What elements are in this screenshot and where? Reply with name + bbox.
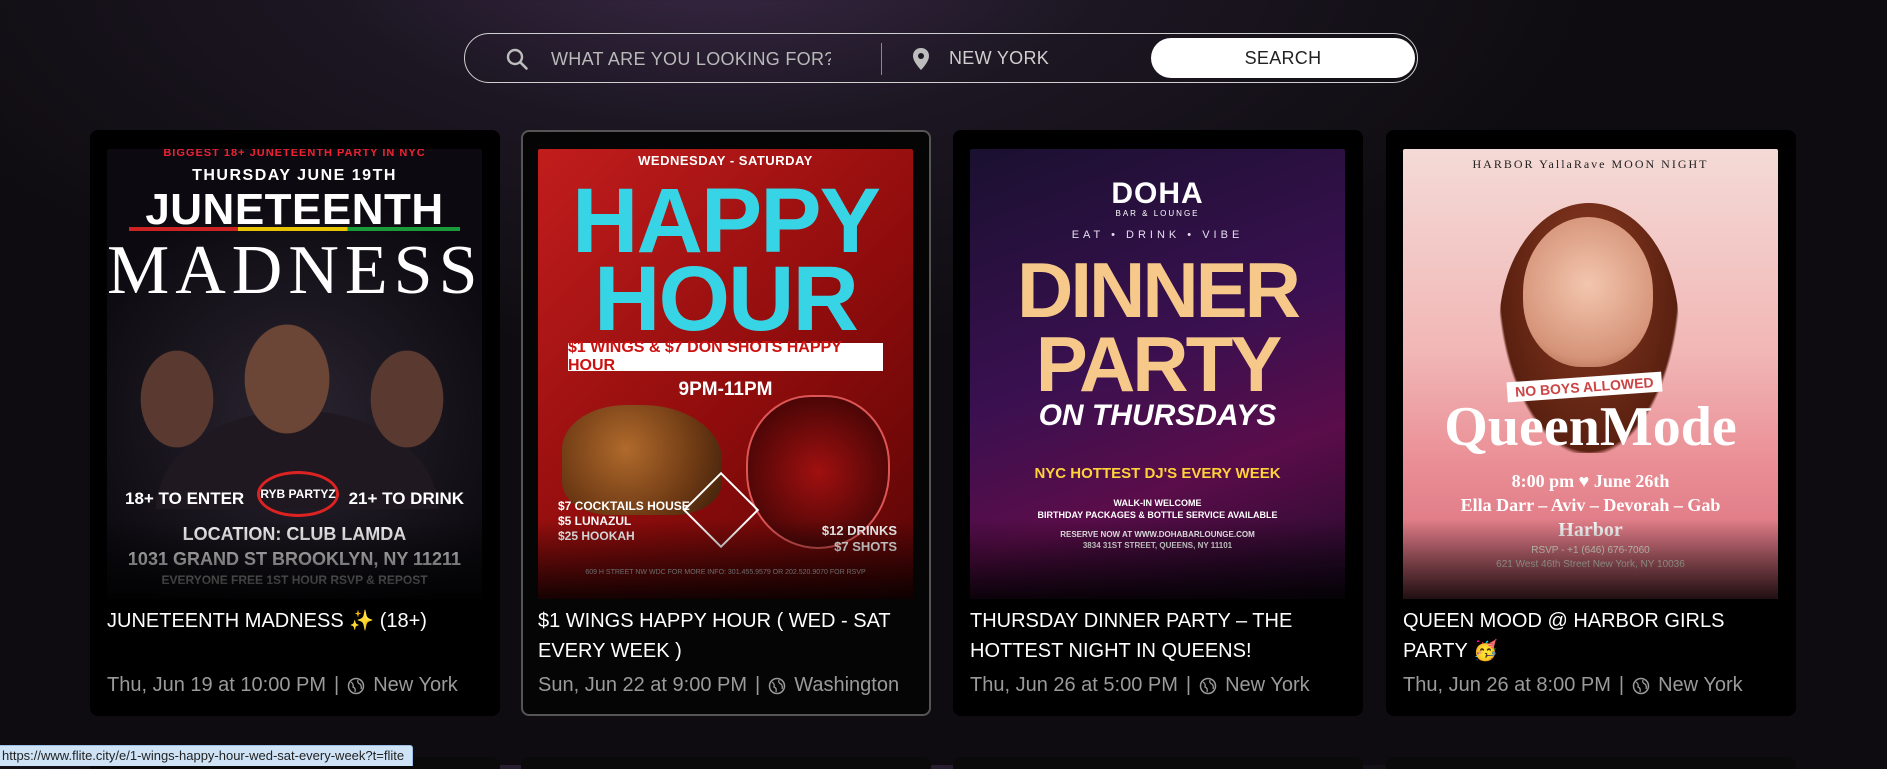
event-card-next-row[interactable] [521,757,931,769]
event-poster[interactable]: DOHA BAR & LOUNGE EAT • DRINK • VIBE DIN… [970,149,1345,599]
poster-services: BIRTHDAY PACKAGES & BOTTLE SERVICE AVAIL… [1037,510,1278,520]
poster-headline-2: PARTY [1035,320,1283,408]
poster-location: LOCATION: CLUB LAMDA [182,524,407,544]
event-title[interactable]: QUEEN MOOD @ HARBOR GIRLS PARTY 🥳 [1403,606,1783,666]
poster-top-line: BIGGEST 18+ JUNETEENTH PARTY IN NYC [163,149,426,159]
poster-walk-line: WALK-IN WELCOME [1113,498,1202,508]
poster-tagline: EAT • DRINK • VIBE [1071,229,1244,241]
poster-rsvp: RSVP - +1 (646) 676-7060 [1531,545,1650,556]
location-field[interactable]: NEW YORK [949,48,1049,69]
meta-separator: | [1618,674,1625,696]
poster-logos: HARBOR YallaRave MOON NIGHT [1472,157,1709,171]
poster-walk-in: WALK-IN WELCOME BIRTHDAY PACKAGES & BOTT… [970,497,1345,521]
poster-drink-image [746,395,890,549]
poster-time: 9PM-11PM [678,379,773,400]
event-card-queen-mode[interactable]: HARBOR YallaRave MOON NIGHT NO BOYS ALLO… [1386,130,1796,716]
event-meta: Sun, Jun 22 at 9:00 PM | Washington [538,674,899,697]
poster-age-enter: 18+ TO ENTER [125,489,245,508]
poster-headline-3: ON THURSDAYS [1038,399,1277,432]
poster-brand: DOHA [1111,177,1204,210]
poster-footer: EVERYONE FREE 1ST HOUR RSVP & REPOST [161,573,428,587]
poster-drink-item: $7 SHOTS [834,539,897,554]
poster-age-drink: 21+ TO DRINK [348,489,464,508]
poster-list-item: $25 HOOKAH [558,529,635,543]
search-divider [881,43,882,75]
event-date: Thu, Jun 26 at 8:00 PM [1403,674,1611,696]
search-input[interactable] [549,44,833,74]
poster-reserve: RESERVE NOW AT WWW.DOHABARLOUNGE.COM 383… [970,529,1345,551]
event-date: Sun, Jun 22 at 9:00 PM [538,674,748,696]
poster-headline-2: MADNESS [107,232,482,309]
location-pin-icon [913,48,929,70]
search-button[interactable]: SEARCH [1151,38,1415,78]
event-poster[interactable]: HARBOR YallaRave MOON NIGHT NO BOYS ALLO… [1403,149,1778,599]
poster-date-line: THURSDAY JUNE 19TH [192,167,397,184]
globe-icon [347,677,365,694]
globe-icon [768,677,786,694]
poster-banner: $1 WINGS & $7 DON SHOTS HAPPY HOUR [568,339,883,374]
event-date: Thu, Jun 26 at 5:00 PM [970,674,1178,696]
meta-separator: | [1185,674,1192,696]
event-title[interactable]: THURSDAY DINNER PARTY – THE HOTTEST NIGH… [970,606,1350,666]
poster-list-item: $7 COCKTAILS HOUSE [558,499,690,513]
event-poster[interactable]: BIGGEST 18+ JUNETEENTH PARTY IN NYC THUR… [107,149,482,599]
event-meta: Thu, Jun 26 at 5:00 PM | New York [970,674,1310,697]
event-title[interactable]: JUNETEENTH MADNESS ✨ (18+) [107,606,487,636]
poster-footer: 609 H STREET NW WDC FOR MORE INFO: 301.4… [585,569,866,576]
event-city: New York [1658,674,1743,696]
event-title[interactable]: $1 WINGS HAPPY HOUR ( WED - SAT EVERY WE… [538,606,918,666]
event-city: Washington [794,674,900,696]
poster-brand-sub: BAR & LOUNGE [1115,209,1200,218]
poster-headline-2: HOUR [594,248,859,350]
poster-address: 1031 GRAND ST BROOKLYN, NY 11211 [127,549,462,569]
event-card-dinner-party[interactable]: DOHA BAR & LOUNGE EAT • DRINK • VIBE DIN… [953,130,1363,716]
poster-names: Ella Darr – Aviv – Devorah – Gab [1460,495,1721,515]
event-card-juneteenth[interactable]: BIGGEST 18+ JUNETEENTH PARTY IN NYC THUR… [90,130,500,716]
poster-logo: RYB PARTYZ [257,471,339,517]
poster-price-list: $7 COCKTAILS HOUSE $5 LUNAZUL $25 HOOKAH [558,499,690,544]
poster-address: 3834 31ST STREET, QUEENS, NY 11101 [1082,541,1233,550]
poster-headline: QueenMode [1444,396,1737,458]
status-bar-url: https://www.flite.city/e/1-wings-happy-h… [0,745,414,766]
event-poster[interactable]: WEDNESDAY - SATURDAY HAPPY HOUR $1 WINGS… [538,149,913,599]
event-card-happy-hour[interactable]: WEDNESDAY - SATURDAY HAPPY HOUR $1 WINGS… [521,130,931,716]
event-meta: Thu, Jun 26 at 8:00 PM | New York [1403,674,1743,697]
poster-days: WEDNESDAY - SATURDAY [638,153,813,168]
globe-icon [1199,677,1217,694]
event-meta: Thu, Jun 19 at 10:00 PM | New York [107,674,458,697]
event-date: Thu, Jun 19 at 10:00 PM [107,674,327,696]
globe-icon [1632,677,1650,694]
meta-separator: | [334,674,340,696]
poster-djs: NYC HOTTEST DJ'S EVERY WEEK [1034,465,1281,482]
event-card-next-row[interactable] [953,757,1363,769]
poster-drinks: $12 DRINKS $7 SHOTS [822,523,897,555]
event-card-next-row[interactable] [1386,757,1796,769]
poster-drink-item: $12 DRINKS [821,523,897,538]
search-icon[interactable] [505,47,529,71]
event-city: New York [1225,674,1310,696]
poster-list-item: $5 LUNAZUL [558,514,632,528]
poster-venue: Harbor [1558,519,1623,541]
event-city: New York [373,674,458,696]
poster-when: 8:00 pm ♥ June 26th [1511,471,1670,491]
poster-photo-face [1523,217,1653,367]
search-bar: NEW YORK SEARCH [464,33,1418,83]
meta-separator: | [755,674,761,696]
poster-reserve-line: RESERVE NOW AT WWW.DOHABARLOUNGE.COM [1060,530,1255,539]
poster-street: 621 West 46th Street New York, NY 10036 [1496,559,1685,570]
